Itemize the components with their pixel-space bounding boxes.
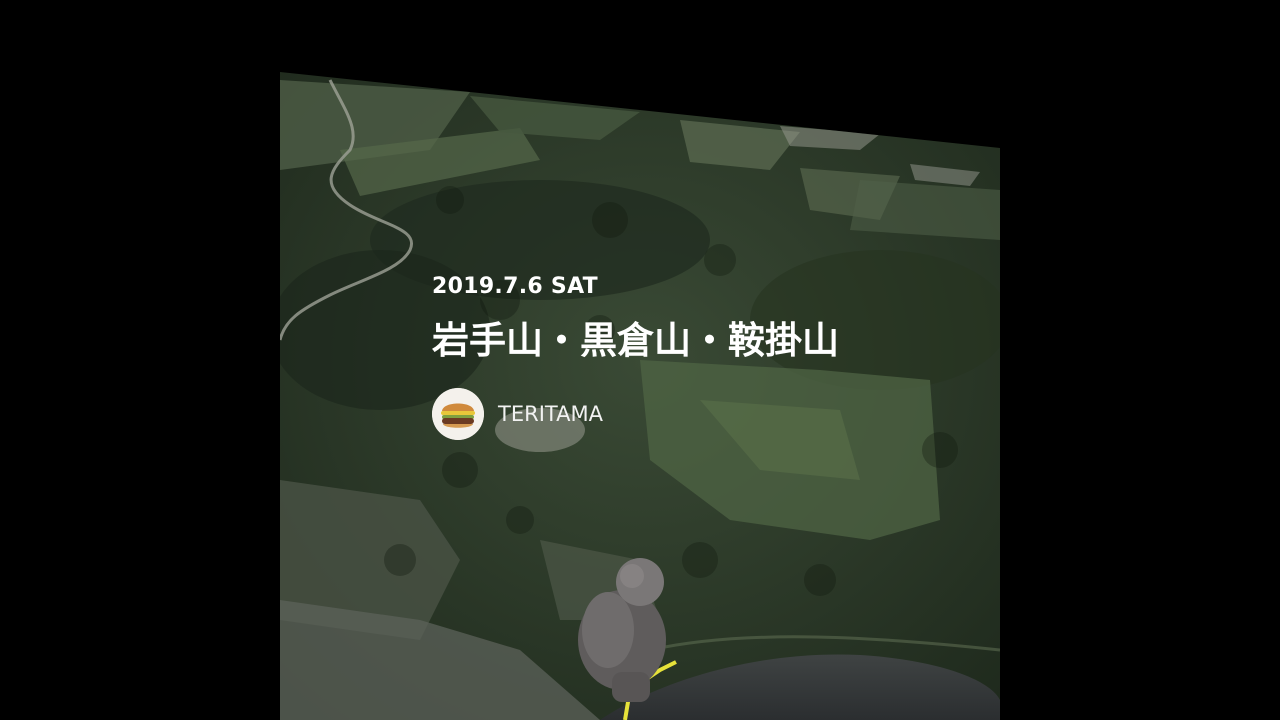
activity-title: 岩手山・黒倉山・鞍掛山 [432, 319, 839, 362]
author-row[interactable]: TERITAMA [432, 388, 952, 440]
hamburger-icon [432, 388, 484, 440]
activity-date: 2019.7.6 SAT [432, 274, 598, 299]
activity-card: 2019.7.6 SAT 岩手山・黒倉山・鞍掛山 TERITAMA [432, 272, 952, 440]
avatar[interactable] [432, 388, 484, 440]
author-name[interactable]: TERITAMA [498, 388, 603, 440]
video-frame: 2019.7.6 SAT 岩手山・黒倉山・鞍掛山 TERITAMA [0, 0, 1280, 720]
